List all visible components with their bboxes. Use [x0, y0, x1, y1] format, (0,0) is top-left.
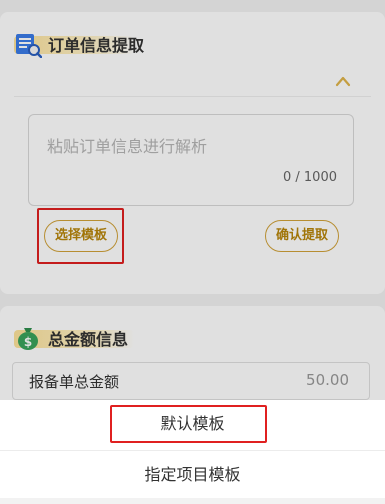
- sheet-option-project-template[interactable]: 指定项目模板: [0, 450, 385, 498]
- page: 订单信息提取 粘贴订单信息进行解析 0 / 1000 选择模板 确认提取 $ 总…: [0, 0, 385, 504]
- sheet-bottom-spacer: [0, 498, 385, 504]
- modal-overlay[interactable]: [0, 0, 385, 400]
- default-template-highlight: [110, 405, 267, 443]
